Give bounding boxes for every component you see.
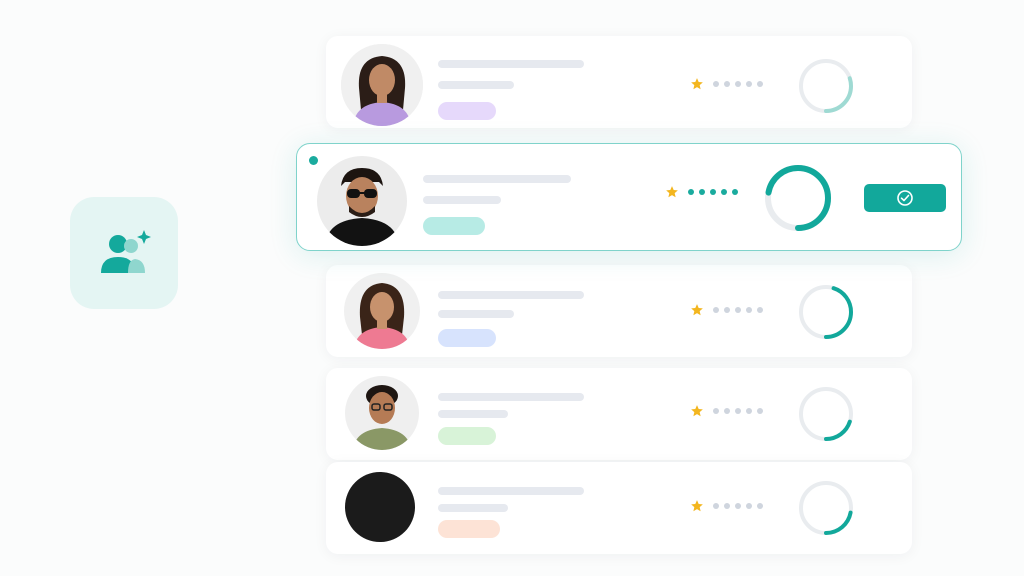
candidate-card[interactable]: [326, 462, 912, 554]
check-circle-icon: [897, 190, 913, 206]
online-status-dot: [309, 156, 318, 165]
tag-pill: [438, 427, 496, 445]
candidate-avatar: [345, 472, 415, 542]
rating: [690, 499, 763, 513]
rating-dot: [746, 81, 752, 87]
subtitle-placeholder-bar: [423, 196, 501, 204]
name-placeholder-bar: [438, 60, 584, 68]
rating-dot: [688, 189, 694, 195]
rating-dot: [699, 189, 705, 195]
subtitle-placeholder-bar: [438, 310, 514, 318]
star-icon: [691, 78, 703, 90]
rating-dot: [721, 189, 727, 195]
name-placeholder-bar: [438, 291, 584, 299]
candidate-avatar: [341, 44, 423, 126]
rating-dot: [757, 81, 763, 87]
team-users-sparkle-icon: [101, 230, 151, 273]
candidate-avatar: [344, 273, 420, 349]
rating: [690, 303, 763, 317]
progress-ring: [799, 59, 853, 113]
candidate-card-selected[interactable]: [296, 143, 962, 251]
progress-ring: [799, 387, 853, 441]
rating-dot: [735, 307, 741, 313]
rating-dot: [735, 81, 741, 87]
candidate-avatar: [345, 376, 419, 450]
rating-dot: [724, 307, 730, 313]
name-placeholder-bar: [423, 175, 571, 183]
approve-button[interactable]: [864, 184, 946, 212]
progress-ring: [799, 285, 853, 339]
tag-pill: [423, 217, 485, 235]
rating-dot: [724, 408, 730, 414]
subtitle-placeholder-bar: [438, 410, 508, 418]
star-icon: [691, 500, 703, 512]
app-tile[interactable]: [70, 197, 178, 309]
rating-dot: [735, 408, 741, 414]
star-icon: [691, 304, 703, 316]
candidate-card[interactable]: [326, 265, 912, 357]
rating-dot: [713, 408, 719, 414]
candidate-card[interactable]: [326, 36, 912, 128]
tag-pill: [438, 102, 496, 120]
rating-dot: [724, 81, 730, 87]
rating-dot: [746, 408, 752, 414]
rating-dot: [713, 81, 719, 87]
rating-dot: [757, 307, 763, 313]
subtitle-placeholder-bar: [438, 504, 508, 512]
rating: [690, 77, 763, 91]
tag-pill: [438, 520, 500, 538]
rating-dot: [710, 189, 716, 195]
candidate-avatar: [317, 156, 407, 246]
candidate-card[interactable]: [326, 368, 912, 460]
rating-dot: [713, 307, 719, 313]
star-icon: [691, 405, 703, 417]
progress-ring: [799, 481, 853, 535]
rating-dot: [746, 307, 752, 313]
star-icon: [666, 186, 678, 198]
rating-dot: [746, 503, 752, 509]
rating-dot: [724, 503, 730, 509]
rating-dot: [735, 503, 741, 509]
name-placeholder-bar: [438, 393, 584, 401]
rating-dot: [757, 408, 763, 414]
tag-pill: [438, 329, 496, 347]
rating: [690, 404, 763, 418]
rating: [665, 185, 738, 199]
rating-dot: [757, 503, 763, 509]
subtitle-placeholder-bar: [438, 81, 514, 89]
rating-dot: [713, 503, 719, 509]
name-placeholder-bar: [438, 487, 584, 495]
progress-ring: [765, 165, 831, 231]
rating-dot: [732, 189, 738, 195]
